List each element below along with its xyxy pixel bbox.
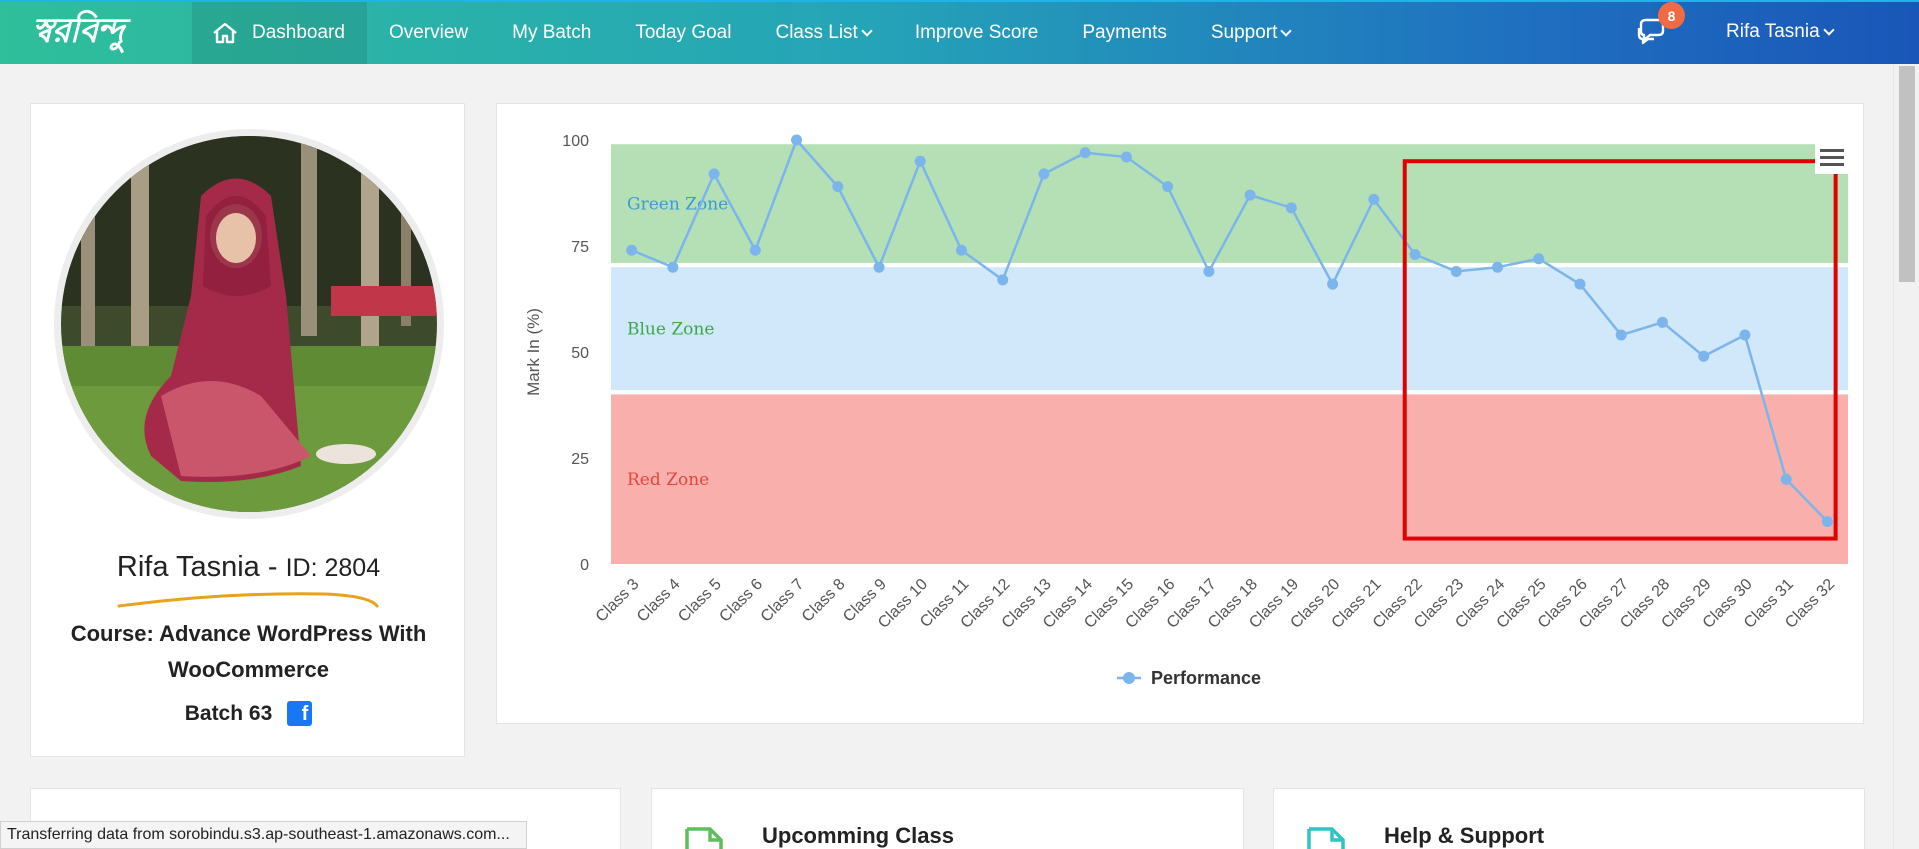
legend-marker: [1123, 672, 1135, 684]
profile-course: Course: Advance WordPress With WooCommer…: [70, 621, 427, 682]
name-separator: -: [267, 551, 278, 583]
help-support-title: Help & Support: [1384, 823, 1545, 848]
data-point: [914, 155, 926, 167]
zone-label-0: Green Zone: [627, 195, 728, 215]
data-point: [1656, 316, 1668, 328]
data-point: [873, 261, 885, 273]
nav-support-label: Support: [1210, 22, 1278, 43]
y-tick-label: 50: [571, 345, 589, 362]
chart-menu-icon[interactable]: [1815, 140, 1849, 174]
y-axis-label: Mark In (%): [524, 308, 543, 396]
profile-photo: [61, 136, 437, 512]
browser-status-bar: Transferring data from sorobindu.s3.ap-s…: [0, 821, 527, 849]
message-count-badge: 8: [1658, 2, 1685, 29]
data-point: [1327, 278, 1339, 290]
x-tick-label: Class 3: [593, 576, 643, 626]
logo-text: স্বরবিন্দু: [32, 10, 124, 51]
x-tick-label: Class 8: [799, 576, 849, 626]
scrollbar-thumb[interactable]: [1899, 66, 1915, 282]
data-point: [1615, 329, 1627, 341]
x-tick-label: Class 6: [716, 576, 766, 626]
data-point: [1162, 181, 1174, 193]
user-menu-name: Rifa Tasnia: [1726, 21, 1820, 42]
home-icon: [213, 22, 237, 44]
profile-id: ID: 2804: [285, 554, 381, 582]
data-point: [749, 244, 761, 256]
y-tick-label: 0: [580, 557, 589, 574]
data-point: [1079, 147, 1091, 159]
user-menu[interactable]: Rifa Tasnia: [1726, 0, 1835, 64]
data-point: [626, 244, 638, 256]
brand-logo[interactable]: স্বরবিন্দু: [0, 2, 192, 64]
data-point: [832, 181, 844, 193]
x-tick-label: Class 4: [634, 576, 684, 626]
facebook-icon[interactable]: f: [287, 701, 313, 726]
data-point: [997, 274, 1009, 286]
y-tick-label: 100: [562, 133, 589, 150]
document-icon: [1307, 827, 1345, 849]
data-point: [1244, 189, 1256, 201]
data-point: [667, 261, 679, 273]
nav-overview[interactable]: Overview: [367, 2, 490, 64]
top-navbar: স্বরবিন্দু Dashboard Overview My Batch T…: [0, 0, 1919, 64]
performance-chart: Green Zone Blue Zone Red Zone 0 25 50 75 100 Mar…: [524, 133, 1848, 688]
chevron-down-icon: [1280, 24, 1293, 37]
x-tick-label: Class 5: [675, 576, 725, 626]
zone-label-1: Blue Zone: [627, 320, 714, 340]
data-point: [1409, 248, 1421, 260]
zone-band-1: [611, 267, 1848, 391]
data-point: [1285, 202, 1297, 214]
nav-improve-score[interactable]: Improve Score: [893, 2, 1061, 64]
profile-card: Rifa Tasnia - ID: 2804 Course: Advance W…: [30, 103, 465, 757]
data-point: [1203, 265, 1215, 277]
y-tick-label: 75: [571, 239, 589, 256]
avatar-ring: [54, 129, 444, 519]
data-point: [1038, 168, 1050, 180]
name-underline-decoration: [117, 592, 379, 608]
nav-class-list[interactable]: Class List: [753, 2, 892, 64]
data-point: [1574, 278, 1586, 290]
data-point: [1739, 329, 1751, 341]
profile-batch-row: Batch 63 f: [31, 701, 466, 726]
data-point: [1698, 350, 1710, 362]
upcoming-class-title: Upcomming Class: [762, 823, 954, 848]
data-point: [1780, 473, 1792, 485]
profile-name-line: Rifa Tasnia - ID: 2804: [31, 551, 466, 584]
profile-batch: Batch 63: [184, 701, 273, 725]
data-point: [1450, 265, 1462, 277]
legend-label: Performance: [1151, 668, 1261, 688]
data-point: [1368, 193, 1380, 205]
help-support-card[interactable]: Help & Support: [1273, 788, 1865, 849]
nav-my-batch[interactable]: My Batch: [490, 2, 613, 64]
profile-name: Rifa Tasnia: [116, 551, 260, 583]
nav-dashboard[interactable]: Dashboard: [192, 2, 367, 64]
data-point: [708, 168, 720, 180]
data-point: [1492, 261, 1504, 273]
nav-dashboard-label: Dashboard: [252, 22, 345, 43]
data-point: [1821, 516, 1833, 528]
nav-support[interactable]: Support: [1189, 2, 1313, 64]
page-scrollbar[interactable]: [1893, 64, 1919, 849]
chevron-down-icon: [861, 24, 873, 37]
performance-chart-card: Green Zone Blue Zone Red Zone 0 25 50 75 100 Mar…: [496, 103, 1864, 724]
y-tick-label: 25: [571, 451, 589, 468]
chevron-down-icon: [1822, 23, 1835, 36]
nav-today-goal[interactable]: Today Goal: [613, 2, 753, 64]
upcoming-class-card[interactable]: Upcomming Class: [651, 788, 1244, 849]
nav-class-list-label: Class List: [775, 22, 858, 43]
data-point: [955, 244, 967, 256]
x-tick-label: Class 7: [758, 576, 808, 626]
zone-label-2: Red Zone: [627, 470, 709, 490]
data-point: [791, 134, 803, 146]
nav-payments[interactable]: Payments: [1060, 2, 1188, 64]
data-point: [1120, 151, 1132, 163]
document-icon: [685, 827, 723, 849]
data-point: [1533, 253, 1545, 265]
